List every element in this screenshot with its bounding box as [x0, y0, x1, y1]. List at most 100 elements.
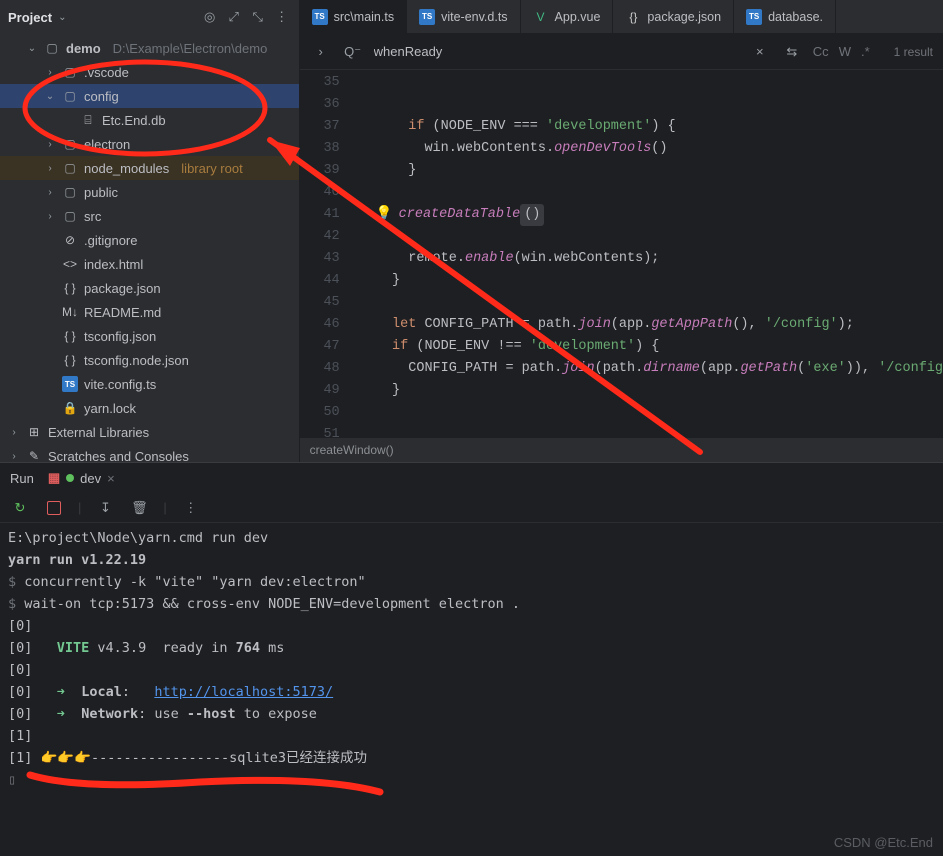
tab-label: package.json	[647, 10, 721, 24]
console-output[interactable]: E:\project\Node\yarn.cmd run devyarn run…	[0, 523, 943, 856]
run-config-tab[interactable]: ▦ dev ×	[48, 470, 115, 486]
tree-item-etc-end-db[interactable]: ⌸Etc.End.db	[0, 108, 299, 132]
toggle-replace-icon[interactable]: ⇆	[781, 41, 803, 63]
json-icon: { }	[62, 280, 78, 296]
tree-item--vscode[interactable]: ›▢.vscode	[0, 60, 299, 84]
json-icon: { }	[62, 328, 78, 344]
library-icon: ⊞	[26, 424, 42, 440]
editor-tab[interactable]: TSvite-env.d.ts	[407, 0, 520, 33]
close-search-icon[interactable]: ×	[749, 41, 771, 63]
more-icon[interactable]: ⋮	[273, 8, 291, 26]
root-path: D:\Example\Electron\demo	[113, 41, 268, 56]
chevron-right-icon[interactable]: ›	[44, 211, 56, 222]
chevron-right-icon[interactable]: ›	[44, 163, 56, 174]
sidebar-title[interactable]: Project	[8, 10, 52, 25]
tree-item-package-json[interactable]: { }package.json	[0, 276, 299, 300]
tree-item-index-html[interactable]: <>index.html	[0, 252, 299, 276]
code-line[interactable]	[352, 94, 943, 116]
json-icon: { }	[62, 352, 78, 368]
console-line: E:\project\Node\yarn.cmd run dev	[8, 527, 935, 549]
editor-tabs: TSsrc\main.tsTSvite-env.d.tsVApp.vue {} pa…	[300, 0, 943, 34]
search-collapse-icon[interactable]: ›	[310, 41, 332, 63]
console-line: [0]	[8, 615, 935, 637]
code-line[interactable]	[352, 402, 943, 424]
rerun-icon[interactable]: ↻	[10, 498, 30, 518]
code-line[interactable]: }	[352, 160, 943, 182]
whole-word-toggle[interactable]: W	[839, 44, 851, 59]
code-line[interactable]: win.webContents.openDevTools()	[352, 138, 943, 160]
code-line[interactable]	[352, 226, 943, 248]
watermark: CSDN @Etc.End	[834, 835, 933, 850]
tree-item-readme-md[interactable]: M↓README.md	[0, 300, 299, 324]
code-line[interactable]	[352, 424, 943, 438]
chevron-down-icon[interactable]: ⌄	[26, 43, 38, 54]
line-number: 42	[300, 226, 352, 248]
tree-item-label: src	[84, 209, 101, 224]
regex-toggle[interactable]: .*	[861, 44, 870, 59]
tree-item--gitignore[interactable]: ⊘.gitignore	[0, 228, 299, 252]
run-panel-header: Run ▦ dev ×	[0, 463, 943, 493]
tree-item-vite-config-ts[interactable]: TSvite.config.ts	[0, 372, 299, 396]
search-result-count: 1 result	[894, 45, 933, 59]
code-line[interactable]	[352, 182, 943, 204]
editor-tab[interactable]: VApp.vue	[521, 0, 614, 33]
collapse-icon[interactable]: ⤡	[249, 8, 267, 26]
search-icon[interactable]: Q⁻	[342, 41, 364, 63]
more-icon[interactable]: ⋮	[181, 498, 201, 518]
code-line[interactable]: }	[352, 380, 943, 402]
close-tab-icon[interactable]: ×	[107, 471, 115, 486]
project-sidebar: Project ⌄ ◎ ⤢ ⤡ ⋮ ⌄ ▢ demo D:\Example\El…	[0, 0, 300, 462]
line-number: 50	[300, 402, 352, 424]
folder-icon: ▢	[44, 40, 60, 56]
console-line: [0] VITE v4.3.9 ready in 764 ms	[8, 637, 935, 659]
scroll-to-end-icon[interactable]: ↧	[95, 498, 115, 518]
code-line[interactable]: CONFIG_PATH = path.join(path.dirname(app…	[352, 358, 943, 380]
chevron-right-icon[interactable]: ›	[44, 67, 56, 78]
tree-item-yarn-lock[interactable]: 🔒yarn.lock	[0, 396, 299, 420]
scratches[interactable]: › ✎ Scratches and Consoles	[0, 444, 299, 462]
chevron-right-icon[interactable]: ›	[44, 187, 56, 198]
chevron-right-icon[interactable]: ›	[44, 139, 56, 150]
search-input[interactable]	[374, 34, 739, 69]
code-line[interactable]: if (NODE_ENV === 'development') {	[352, 116, 943, 138]
tree-item-electron[interactable]: ›▢electron	[0, 132, 299, 156]
editor-tab[interactable]: TSdatabase.	[734, 0, 836, 33]
breadcrumb[interactable]: createWindow()	[300, 438, 943, 462]
tree-item-config[interactable]: ⌄▢config	[0, 84, 299, 108]
code-line[interactable]	[352, 72, 943, 94]
line-number: 47	[300, 336, 352, 358]
code-line[interactable]: 💡createDataTable()	[352, 204, 943, 226]
expand-icon[interactable]: ⤢	[225, 8, 243, 26]
tree-item-tsconfig-node-json[interactable]: { }tsconfig.node.json	[0, 348, 299, 372]
code-line[interactable]: let CONFIG_PATH = path.join(app.getAppPa…	[352, 314, 943, 336]
code-line[interactable]: if (NODE_ENV !== 'development') {	[352, 336, 943, 358]
project-tree[interactable]: ⌄ ▢ demo D:\Example\Electron\demo ›▢.vsc…	[0, 34, 299, 462]
chevron-down-icon[interactable]: ⌄	[58, 12, 66, 23]
external-libraries[interactable]: › ⊞ External Libraries	[0, 420, 299, 444]
code-lines[interactable]: if (NODE_ENV === 'development') { win.we…	[352, 70, 943, 438]
folder-icon: ▢	[62, 160, 78, 176]
code-line[interactable]	[352, 292, 943, 314]
line-number: 37	[300, 116, 352, 138]
tree-item-tsconfig-json[interactable]: { }tsconfig.json	[0, 324, 299, 348]
tree-item-src[interactable]: ›▢src	[0, 204, 299, 228]
run-panel-title[interactable]: Run	[10, 471, 34, 486]
match-case-toggle[interactable]: Cc	[813, 44, 829, 59]
code-line[interactable]: }	[352, 270, 943, 292]
locate-icon[interactable]: ◎	[201, 8, 219, 26]
stop-button[interactable]	[44, 498, 64, 518]
editor-tab[interactable]: {} package.json	[613, 0, 734, 33]
clear-icon[interactable]: 🗑	[129, 498, 149, 518]
json-icon: {}	[625, 9, 641, 25]
code-editor[interactable]: 3536373839404142434445464748495051 if (N…	[300, 70, 943, 438]
chevron-down-icon[interactable]: ⌄	[44, 91, 56, 102]
editor-tab[interactable]: TSsrc\main.ts	[300, 0, 407, 33]
tree-item-label: node_modules	[84, 161, 169, 176]
tree-item-public[interactable]: ›▢public	[0, 180, 299, 204]
breadcrumb-item[interactable]: createWindow()	[310, 443, 394, 457]
chevron-right-icon[interactable]: ›	[8, 427, 20, 438]
tree-item-node-modules[interactable]: ›▢node_moduleslibrary root	[0, 156, 299, 180]
tree-root[interactable]: ⌄ ▢ demo D:\Example\Electron\demo	[0, 36, 299, 60]
code-line[interactable]: remote.enable(win.webContents);	[352, 248, 943, 270]
chevron-right-icon[interactable]: ›	[8, 451, 20, 462]
